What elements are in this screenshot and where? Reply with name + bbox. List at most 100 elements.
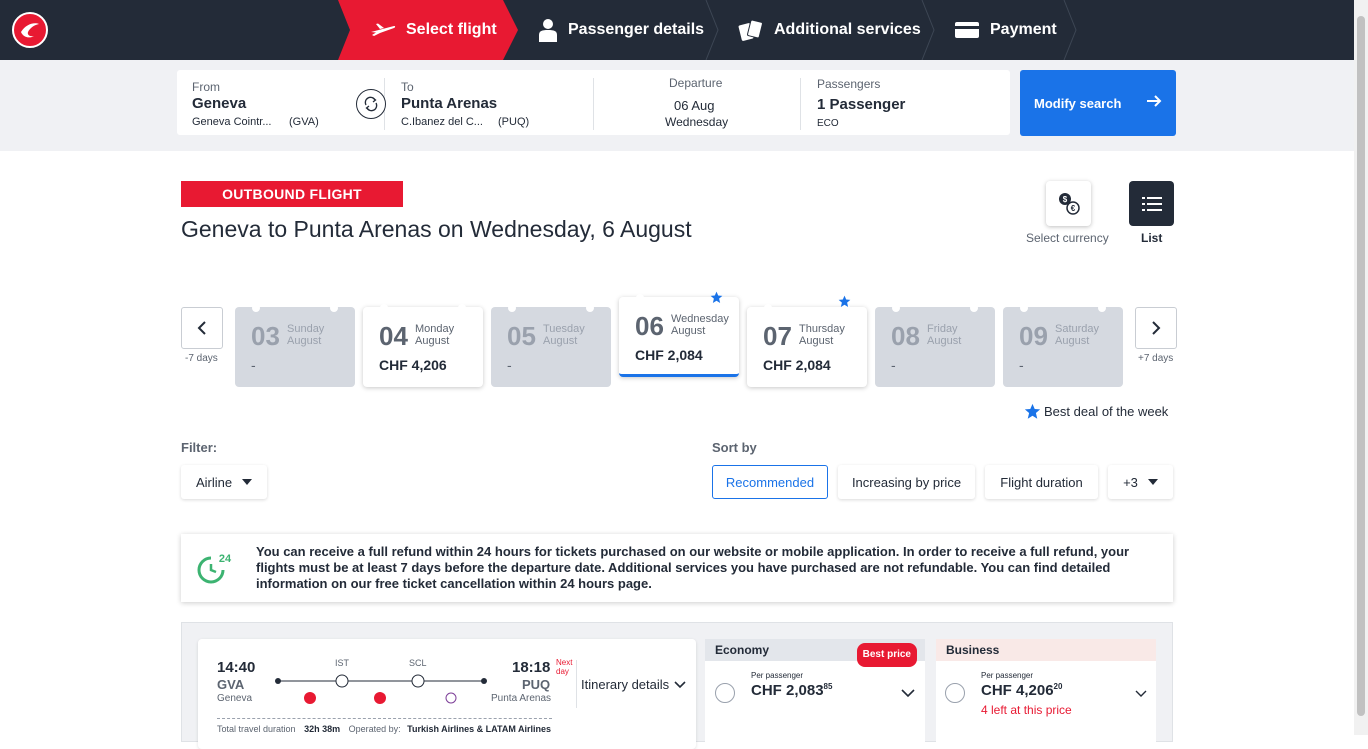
cabin-class: ECO xyxy=(817,118,839,129)
economy-radio[interactable] xyxy=(715,683,735,703)
select-currency-button[interactable]: $ € xyxy=(1046,181,1091,226)
day-name: Tuesday xyxy=(543,323,585,335)
to-city[interactable]: Punta Arenas xyxy=(401,95,497,112)
caret-down-icon xyxy=(242,479,253,485)
bird-logo-icon xyxy=(21,23,39,38)
day-name: Friday xyxy=(927,323,958,335)
day-price: - xyxy=(507,357,512,373)
step-select-flight[interactable]: Select flight xyxy=(338,0,518,60)
sort-increasing-price[interactable]: Increasing by price xyxy=(838,465,975,499)
sort-flight-duration[interactable]: Flight duration xyxy=(985,465,1098,499)
chevron-right-icon xyxy=(1152,321,1161,335)
sort-option-label: +3 xyxy=(1123,474,1138,490)
economy-fare-option[interactable]: Economy Best price Per passenger CHF 2,0… xyxy=(705,639,925,749)
step-label: Passenger details xyxy=(568,21,705,38)
ticket-notch xyxy=(1020,304,1028,312)
to-airport: C.Ibanez del C... xyxy=(401,116,483,128)
ticket-notch xyxy=(330,304,338,312)
sort-label: Sort by xyxy=(712,440,757,455)
business-price-main: CHF 4,206 xyxy=(981,682,1054,699)
per-passenger-label: Per passenger xyxy=(751,671,804,680)
divider xyxy=(576,660,577,708)
departure-time: 14:40 xyxy=(217,659,256,676)
refund-notice: 24 You can receive a full refund within … xyxy=(181,534,1173,602)
caret-down-icon xyxy=(1147,479,1158,485)
date-card-06[interactable]: 06 Wednesday August CHF 2,084 xyxy=(619,291,739,377)
day-name: Wednesday xyxy=(671,313,729,325)
duration-label: Total travel duration xyxy=(217,724,296,734)
day-month: August xyxy=(415,335,450,347)
day-number: 07 xyxy=(763,321,792,351)
search-summary[interactable]: From Geneva Geneva Cointr... (GVA) To Pu… xyxy=(177,70,1010,135)
date-card-07[interactable]: 07 Thursday August CHF 2,084 xyxy=(747,295,867,387)
stop-label-ist: IST xyxy=(335,658,350,668)
day-price: - xyxy=(891,357,896,373)
day-month: August xyxy=(927,335,962,347)
step-label: Select flight xyxy=(406,21,497,38)
airline-logo[interactable] xyxy=(12,12,48,48)
step-additional-services[interactable]: Additional services xyxy=(738,0,921,60)
economy-fare-header: Economy Best price xyxy=(705,639,925,667)
divider xyxy=(217,718,552,719)
next-day-label-2: day xyxy=(556,667,569,676)
best-deal-label: Best deal of the week xyxy=(1044,404,1169,419)
sort-more-dropdown[interactable]: +3 xyxy=(1108,465,1173,499)
list-view-button[interactable] xyxy=(1129,181,1174,226)
currency-icon: $ € xyxy=(1058,192,1080,215)
departure-date[interactable]: 06 Aug xyxy=(674,98,715,113)
passengers-label: Passengers xyxy=(817,77,881,91)
from-city[interactable]: Geneva xyxy=(192,95,246,112)
swap-button[interactable] xyxy=(356,89,386,119)
next-week-button[interactable] xyxy=(1135,307,1177,349)
scrollbar-thumb[interactable] xyxy=(1357,16,1365,716)
departure-day: Wednesday xyxy=(665,115,729,129)
step-separator xyxy=(705,0,719,60)
flight-footer-info: Total travel duration 32h 38m Operated b… xyxy=(217,724,551,734)
chevron-down-icon[interactable] xyxy=(1135,690,1147,698)
ticket-notch xyxy=(508,304,516,312)
passengers-value[interactable]: 1 Passenger xyxy=(817,96,905,113)
ticket-notch xyxy=(892,304,900,312)
day-price: CHF 4,206 xyxy=(379,357,447,373)
itinerary-details-toggle[interactable]: Itinerary details xyxy=(581,677,686,692)
day-price: CHF 2,084 xyxy=(763,357,831,373)
svg-text:€: € xyxy=(1070,204,1075,213)
list-icon xyxy=(1141,196,1162,211)
prev-week-button[interactable] xyxy=(181,307,223,349)
to-label: To xyxy=(401,80,414,94)
business-fare-option[interactable]: Business Per passenger CHF 4,20620 4 lef… xyxy=(936,639,1156,749)
refund-24-badge: 24 xyxy=(219,553,232,565)
date-card-08: 08 Friday August - xyxy=(875,304,995,387)
from-airport: Geneva Cointr... xyxy=(192,116,272,128)
chevron-left-icon xyxy=(197,321,206,335)
modify-search-button[interactable]: Modify search xyxy=(1020,70,1176,136)
day-month: August xyxy=(1055,335,1090,347)
step-payment[interactable]: Payment xyxy=(954,0,1057,60)
step-passenger-details[interactable]: Passenger details xyxy=(538,0,704,60)
svg-text:$: $ xyxy=(1062,195,1067,204)
next-week-label: +7 days xyxy=(1138,353,1174,364)
cards-icon xyxy=(738,19,763,41)
divider xyxy=(593,78,594,130)
from-code: (GVA) xyxy=(289,116,319,128)
airline-filter-dropdown[interactable]: Airline xyxy=(181,465,267,499)
chevron-down-icon[interactable] xyxy=(901,689,915,698)
star-icon xyxy=(1024,403,1041,419)
turkish-airlines-icon xyxy=(374,692,386,704)
day-number: 04 xyxy=(379,321,408,351)
ticket-notch xyxy=(1098,304,1106,312)
operated-label: Operated by: xyxy=(348,724,401,734)
day-month: August xyxy=(543,335,578,347)
departure-label: Departure xyxy=(669,76,723,90)
day-name: Sunday xyxy=(287,323,325,335)
step-separator xyxy=(1063,0,1077,60)
business-radio[interactable] xyxy=(945,683,965,703)
date-card-04[interactable]: 04 Monday August CHF 4,206 xyxy=(363,304,483,387)
sort-option-label: Recommended xyxy=(725,474,815,490)
itinerary-details-label: Itinerary details xyxy=(581,677,670,692)
per-passenger-label: Per passenger xyxy=(981,671,1034,680)
arrival-city: Punta Arenas xyxy=(491,693,552,704)
sort-recommended[interactable]: Recommended xyxy=(712,465,828,499)
day-price: CHF 2,084 xyxy=(635,347,703,363)
day-month: August xyxy=(799,335,834,347)
